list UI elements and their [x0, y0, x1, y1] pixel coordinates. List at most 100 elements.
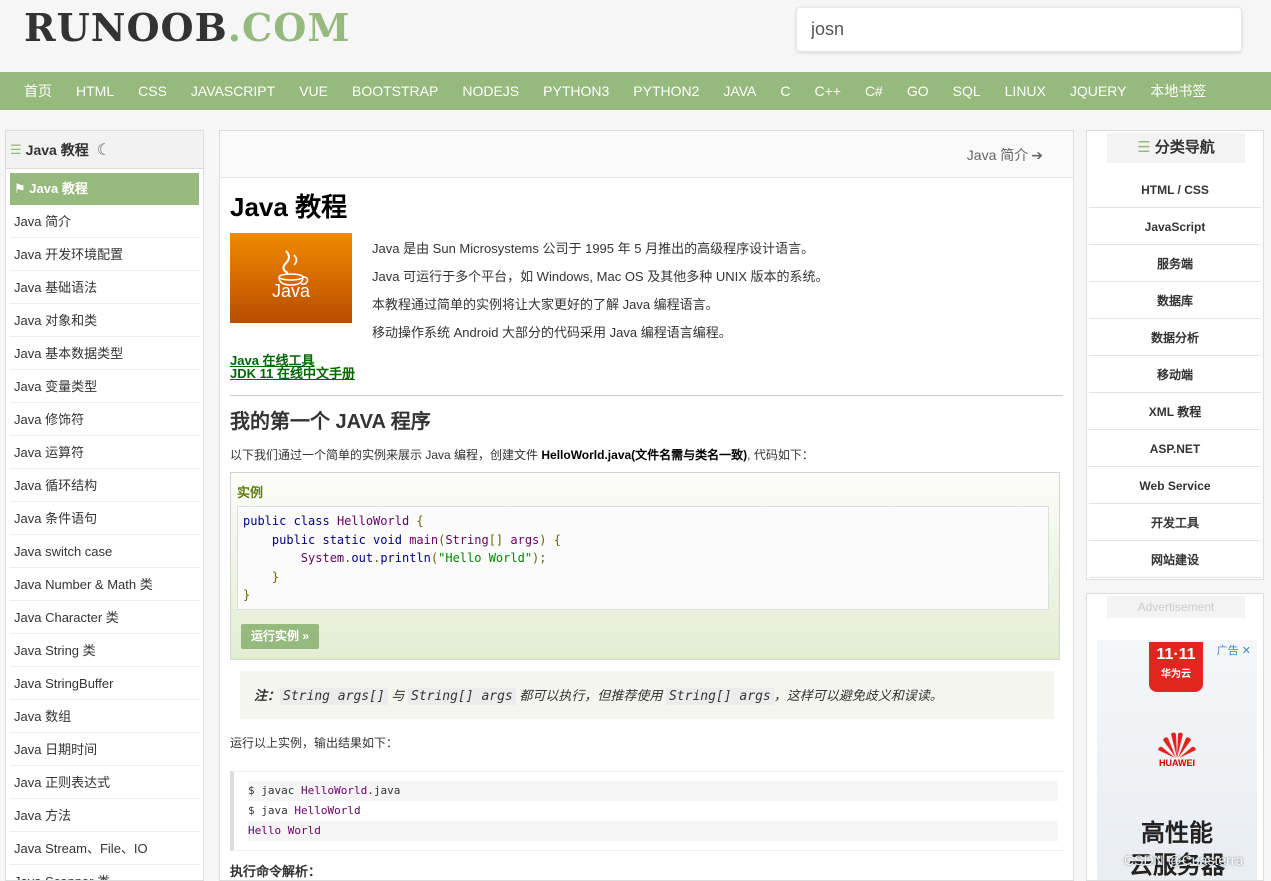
- code-block[interactable]: public class HelloWorld { public static …: [237, 506, 1049, 610]
- sidebar-item[interactable]: Java 数组: [10, 700, 199, 733]
- nav-javascript[interactable]: JAVASCRIPT: [179, 72, 287, 110]
- sidebar-item[interactable]: Java StringBuffer: [10, 667, 199, 700]
- ad-label: Advertisement: [1107, 596, 1245, 618]
- main-content: Java 简介 ➔ Java 教程 Java Java 是由 Sun Micros…: [219, 130, 1074, 881]
- output-line-1: $ javac HelloWorld.java: [248, 781, 1058, 801]
- output-block: $ javac HelloWorld.java $ java HelloWorl…: [230, 771, 1063, 851]
- nav-jquery[interactable]: JQUERY: [1058, 72, 1139, 110]
- sidebar-item[interactable]: Java 方法: [10, 799, 199, 832]
- nav-csharp[interactable]: C#: [853, 72, 895, 110]
- nav-cpp[interactable]: C++: [802, 72, 852, 110]
- category-nav-title: ☰ 分类导航: [1107, 133, 1245, 163]
- nav-nodejs[interactable]: NODEJS: [450, 72, 531, 110]
- sidebar-item[interactable]: Java 条件语句: [10, 502, 199, 535]
- intro-section: Java Java 是由 Sun Microsystems 公司于 1995 年…: [230, 233, 1063, 368]
- intro-line-1: Java 是由 Sun Microsystems 公司于 1995 年 5 月推…: [372, 241, 815, 256]
- watermark: CSDN @Cuasterra: [1124, 852, 1244, 868]
- nav-home[interactable]: 首页: [12, 72, 64, 110]
- output-line-3: Hello World: [248, 821, 1058, 841]
- nav-vue[interactable]: VUE: [287, 72, 340, 110]
- search-input[interactable]: [797, 8, 1241, 51]
- category-item[interactable]: Web Service: [1089, 467, 1261, 504]
- sidebar-item[interactable]: Java Stream、File、IO: [10, 832, 199, 865]
- article-top-bar: Java 简介 ➔: [220, 131, 1073, 178]
- next-page-link[interactable]: Java 简介 ➔: [967, 145, 1043, 165]
- sidebar-item[interactable]: Java 变量类型: [10, 370, 199, 403]
- ad-1111-badge: 11·11 华为云: [1149, 642, 1203, 692]
- sidebar-item[interactable]: Java 正则表达式: [10, 766, 199, 799]
- ad-close-tag[interactable]: 广告 ✕: [1217, 642, 1251, 658]
- left-sidebar: ☰ Java 教程 ☾ ⚑ Java 教程 Java 简介 Java 开发环境配…: [5, 130, 204, 881]
- list-icon: ☰: [10, 141, 22, 157]
- nav-python3[interactable]: PYTHON3: [531, 72, 621, 110]
- java-online-tool-link[interactable]: Java 在线工具: [230, 350, 315, 369]
- ad-brand: HUAWEI: [1159, 758, 1195, 768]
- page-title: Java 教程: [230, 192, 348, 222]
- run-example-button[interactable]: 运行实例 »: [241, 624, 320, 649]
- note-text: 注： String args[] 与 String[] args 都可以执行，但推…: [254, 688, 943, 705]
- example-title: 实例: [237, 485, 264, 500]
- list-icon: ☰: [1137, 139, 1151, 156]
- category-item[interactable]: 开发工具: [1089, 504, 1261, 541]
- category-item[interactable]: 移动端: [1089, 356, 1261, 393]
- nav-java[interactable]: JAVA: [711, 72, 768, 110]
- sidebar-item[interactable]: Java 循环结构: [10, 469, 199, 502]
- category-item[interactable]: HTML / CSS: [1089, 171, 1261, 208]
- search-box[interactable]: [796, 7, 1242, 52]
- sidebar-header: ☰ Java 教程 ☾: [6, 131, 203, 169]
- nav-python2[interactable]: PYTHON2: [621, 72, 711, 110]
- category-item[interactable]: 网站建设: [1089, 541, 1261, 578]
- output-line-2: $ java HelloWorld: [248, 804, 361, 817]
- category-nav: ☰ 分类导航 HTML / CSS JavaScript 服务端 数据库 数据分析…: [1086, 130, 1264, 580]
- intro-line-4: 移动操作系统 Android 大部分的代码采用 Java 编程语言编程。: [372, 325, 732, 340]
- category-item[interactable]: 数据分析: [1089, 319, 1261, 356]
- sidebar-item[interactable]: Java Scanner 类: [10, 865, 199, 880]
- nav-bookmarks[interactable]: 本地书签: [1138, 72, 1218, 110]
- nav-css[interactable]: CSS: [126, 72, 179, 110]
- sidebar-item[interactable]: Java 运算符: [10, 436, 199, 469]
- jdk-manual-link[interactable]: JDK 11 在线中文手册: [230, 363, 1063, 382]
- sidebar-item[interactable]: Java 基本数据类型: [10, 337, 199, 370]
- category-list: HTML / CSS JavaScript 服务端 数据库 数据分析 移动端 X…: [1087, 171, 1263, 578]
- sidebar-item[interactable]: Java 开发环境配置: [10, 238, 199, 271]
- category-item[interactable]: 数据库: [1089, 282, 1261, 319]
- divider: [230, 395, 1063, 396]
- ad-banner[interactable]: 广告 ✕ 11·11 华为云 HUAWEI 高性能 云服务器: [1097, 640, 1257, 880]
- nav-bootstrap[interactable]: BOOTSTRAP: [340, 72, 450, 110]
- section-heading: 我的第一个 JAVA 程序: [230, 411, 431, 433]
- sidebar-item[interactable]: Java 简介: [10, 205, 199, 238]
- sidebar-item-active[interactable]: ⚑ Java 教程: [10, 173, 199, 205]
- category-item[interactable]: JavaScript: [1089, 208, 1261, 245]
- output-label: 运行以上实例，输出结果如下：: [230, 736, 399, 750]
- moon-icon[interactable]: ☾: [97, 140, 111, 160]
- site-logo[interactable]: RUNOOB.COM: [24, 8, 350, 48]
- java-cup-icon: [278, 250, 309, 286]
- java-logo-word: Java: [271, 281, 311, 301]
- bottom-heading: 执行命令解析：: [230, 864, 322, 879]
- nav-html[interactable]: HTML: [64, 72, 126, 110]
- category-item[interactable]: 服务端: [1089, 245, 1261, 282]
- sidebar-item[interactable]: Java 基础语法: [10, 271, 199, 304]
- nav-c[interactable]: C: [768, 72, 802, 110]
- example-box: 实例 public class HelloWorld { public stat…: [230, 472, 1060, 660]
- arrow-right-icon: ➔: [1031, 147, 1043, 163]
- nav-go[interactable]: GO: [895, 72, 941, 110]
- nav-linux[interactable]: LINUX: [993, 72, 1058, 110]
- advertisement-panel: Advertisement 广告 ✕ 11·11 华为云 HUAWEI 高性能 云…: [1086, 593, 1264, 881]
- nav-sql[interactable]: SQL: [941, 72, 993, 110]
- category-item[interactable]: XML 教程: [1089, 393, 1261, 430]
- sidebar-item[interactable]: Java switch case: [10, 535, 199, 568]
- sidebar-item[interactable]: Java 修饰符: [10, 403, 199, 436]
- java-logo-image: Java: [230, 233, 352, 323]
- sidebar-item[interactable]: Java Number & Math 类: [10, 568, 199, 601]
- category-item[interactable]: ASP.NET: [1089, 430, 1261, 467]
- sidebar-item[interactable]: Java Character 类: [10, 601, 199, 634]
- site-header: RUNOOB.COM: [0, 0, 1271, 72]
- sidebar-item[interactable]: Java 对象和类: [10, 304, 199, 337]
- sidebar-item[interactable]: Java 日期时间: [10, 733, 199, 766]
- sidebar-item[interactable]: Java String 类: [10, 634, 199, 667]
- tag-icon: ⚑: [14, 181, 26, 196]
- intro-line-2: Java 可运行于多个平台，如 Windows, Mac OS 及其他多种 UN…: [372, 269, 829, 284]
- top-nav: 首页 HTML CSS JAVASCRIPT VUE BOOTSTRAP NOD…: [0, 72, 1271, 110]
- note-box: 注： String args[] 与 String[] args 都可以执行，但推…: [240, 671, 1054, 719]
